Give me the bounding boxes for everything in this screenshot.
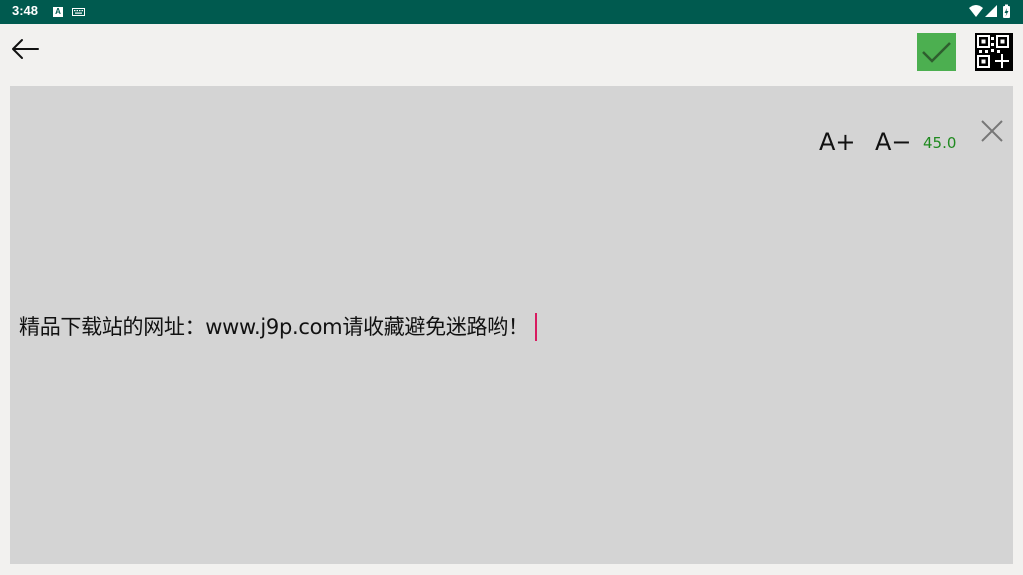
close-icon <box>981 120 1003 142</box>
status-indicators <box>969 4 1010 18</box>
signal-icon <box>985 5 997 17</box>
app-a-notification-icon: A <box>53 7 63 17</box>
toolbar <box>0 24 1023 84</box>
battery-icon <box>1003 4 1010 18</box>
checkmark-icon <box>922 42 951 63</box>
wifi-icon <box>969 5 983 17</box>
text-cursor <box>534 313 537 341</box>
font-increase-button[interactable]: A+ <box>819 128 856 156</box>
confirm-button[interactable] <box>917 33 956 71</box>
editor-text-line[interactable]: 精品下载站的网址：www.j9p.com请收藏避免迷路哟！ <box>19 311 537 343</box>
close-button[interactable] <box>980 119 1004 143</box>
arrow-left-icon <box>12 39 39 59</box>
status-bar: 3:48 A <box>0 0 1023 24</box>
font-size-value: 45.0 <box>923 134 957 152</box>
qr-code-add-icon <box>977 35 1009 68</box>
status-time: 3:48 <box>12 3 39 18</box>
font-decrease-button[interactable]: A− <box>875 128 912 156</box>
qr-code-add-button[interactable] <box>975 33 1013 71</box>
back-button[interactable] <box>8 34 44 64</box>
text-editor-panel[interactable]: A+ A− 45.0 精品下载站的网址：www.j9p.com请收藏避免迷路哟！ <box>10 86 1013 564</box>
editor-text[interactable]: 精品下载站的网址：www.j9p.com请收藏避免迷路哟！ <box>19 315 529 339</box>
keyboard-icon <box>72 8 85 16</box>
